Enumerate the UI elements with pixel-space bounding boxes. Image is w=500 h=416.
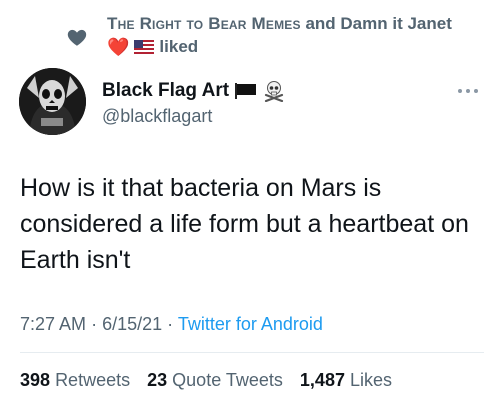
meta-separator: · bbox=[91, 314, 98, 334]
likes-stat[interactable]: 1,487 Likes bbox=[300, 370, 392, 390]
liker-name-1[interactable]: The Right to Bear Memes bbox=[107, 14, 301, 33]
social-context-users[interactable]: The Right to Bear Memes and Damn it Jane… bbox=[107, 14, 452, 34]
likes-label: Likes bbox=[349, 370, 393, 390]
social-context-action: ❤️ liked bbox=[107, 36, 198, 58]
tweet-date[interactable]: 6/15/21 bbox=[102, 314, 162, 334]
divider bbox=[20, 352, 484, 353]
tweet-time[interactable]: 7:27 AM bbox=[20, 314, 86, 334]
avatar-image bbox=[19, 68, 86, 135]
skull-crossbones-icon bbox=[264, 81, 284, 102]
meta-separator: · bbox=[167, 314, 174, 334]
us-flag-icon bbox=[134, 40, 155, 54]
retweets-stat[interactable]: 398 Retweets bbox=[20, 370, 130, 390]
quote-tweets-stat[interactable]: 23 Quote Tweets bbox=[147, 370, 283, 390]
tweet-stats: 398 Retweets 23 Quote Tweets 1,487 Likes bbox=[20, 370, 404, 391]
liker-name-2[interactable]: and Damn it Janet bbox=[305, 14, 451, 33]
tweet-text: How is it that bacteria on Mars is consi… bbox=[20, 174, 469, 274]
retweets-label: Retweets bbox=[55, 370, 131, 390]
quote-tweets-label: Quote Tweets bbox=[172, 370, 283, 390]
red-heart-icon: ❤️ bbox=[107, 37, 130, 57]
black-flag-icon bbox=[235, 83, 257, 99]
quote-tweets-count: 23 bbox=[147, 370, 168, 390]
author-name[interactable]: Black Flag Art bbox=[102, 80, 229, 102]
avatar[interactable] bbox=[19, 68, 86, 135]
tweet-source-link[interactable]: Twitter for Android bbox=[178, 314, 323, 334]
author-name-row[interactable]: Black Flag Art bbox=[102, 80, 285, 102]
liked-label: liked bbox=[159, 37, 199, 56]
heart-icon bbox=[67, 29, 87, 46]
likes-count: 1,487 bbox=[299, 370, 345, 390]
more-options-icon[interactable] bbox=[455, 84, 481, 98]
author-handle[interactable]: @blackflagart bbox=[102, 106, 212, 127]
retweets-count: 398 bbox=[20, 370, 51, 390]
tweet-meta: 7:27 AM · 6/15/21 · Twitter for Android bbox=[20, 314, 323, 335]
